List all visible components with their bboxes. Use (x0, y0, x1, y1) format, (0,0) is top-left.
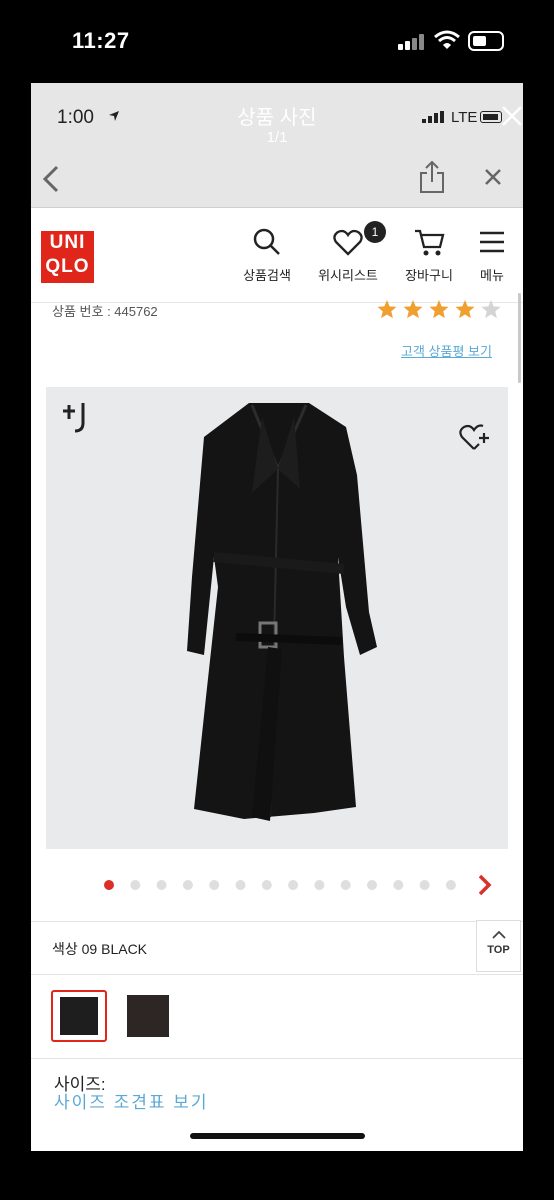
carousel-dot[interactable] (235, 880, 246, 890)
black-coat-image (187, 403, 377, 821)
chevron-up-icon (491, 930, 506, 939)
carousel-dot[interactable] (261, 880, 272, 890)
product-number: 상품 번호 : 445762 (52, 304, 158, 319)
cart-icon (395, 227, 463, 257)
battery-icon (468, 31, 504, 51)
color-swatch-black[interactable] (51, 990, 107, 1042)
search-icon (233, 227, 301, 257)
share-icon[interactable] (419, 160, 445, 194)
scrollbar[interactable] (518, 293, 521, 383)
carousel-dot[interactable] (393, 880, 404, 890)
color-label: 색상 09 BLACK (52, 941, 148, 957)
nav-wishlist-label: 위시리스트 (318, 268, 378, 283)
size-chart-link[interactable]: 사이즈 조견표 보기 (54, 1088, 209, 1113)
carousel-dot[interactable] (156, 880, 167, 890)
viewer-close-icon[interactable] (501, 105, 523, 127)
star-filled-icon (429, 300, 449, 319)
carousel-dot[interactable] (182, 880, 193, 890)
divider (31, 974, 523, 975)
divider (31, 1058, 523, 1059)
star-rating (377, 300, 501, 319)
uniqlo-logo[interactable]: UNI QLO (41, 231, 94, 283)
home-indicator[interactable] (190, 1133, 365, 1139)
status-time: 11:27 (72, 28, 130, 53)
close-icon[interactable] (483, 167, 503, 187)
carousel-dot[interactable] (314, 880, 325, 890)
nav-search-button[interactable]: 상품검색 (233, 227, 301, 284)
hamburger-menu-icon (467, 227, 517, 257)
nav-menu-label: 메뉴 (480, 268, 504, 283)
back-chevron-icon[interactable] (41, 165, 61, 193)
customer-review-link[interactable]: 고객 상품평 보기 (401, 341, 492, 360)
nav-menu-button[interactable]: 메뉴 (467, 227, 517, 284)
carousel-dot[interactable] (340, 880, 351, 890)
cellular-signal-icon (422, 111, 444, 123)
color-swatch-brown[interactable] (127, 995, 169, 1037)
nav-search-label: 상품검색 (243, 268, 291, 283)
star-filled-icon (455, 300, 475, 319)
viewer-title: 상품 사진 (237, 107, 317, 129)
carousel-dots[interactable] (103, 879, 463, 891)
cellular-signal-icon (398, 34, 424, 50)
heart-plus-icon[interactable] (459, 423, 491, 453)
wifi-icon (434, 30, 460, 49)
battery-icon (480, 111, 502, 123)
carousel-dot[interactable] (288, 880, 299, 890)
plus-j-logo (63, 403, 85, 433)
next-image-chevron-icon[interactable] (475, 873, 495, 897)
carousel-dot[interactable] (419, 880, 430, 890)
star-filled-icon (377, 300, 397, 319)
divider (31, 921, 523, 922)
carousel-dot-active[interactable] (104, 880, 114, 890)
carousel-dot[interactable] (130, 880, 141, 890)
star-empty-icon (481, 300, 501, 319)
star-filled-icon (403, 300, 423, 319)
logo-line-2: QLO (45, 256, 90, 277)
nav-cart-label: 장바구니 (405, 268, 453, 283)
top-label: TOP (487, 944, 510, 956)
logo-line-1: UNI (49, 232, 86, 253)
carousel-dot[interactable] (367, 880, 377, 890)
wishlist-count-badge: 1 (364, 221, 386, 243)
carousel-dot[interactable] (209, 880, 220, 890)
network-type: LTE (451, 109, 478, 126)
nav-cart-button[interactable]: 장바구니 (395, 227, 463, 284)
carousel-dot[interactable] (445, 880, 456, 890)
scroll-to-top-button[interactable]: TOP (476, 920, 521, 972)
screenshot-viewer: 1:00 상품 사진 1/1 LTE UNI QLO 상품검색 위시리스트 1 … (31, 83, 523, 1151)
photo-counter: 1/1 (266, 129, 288, 146)
